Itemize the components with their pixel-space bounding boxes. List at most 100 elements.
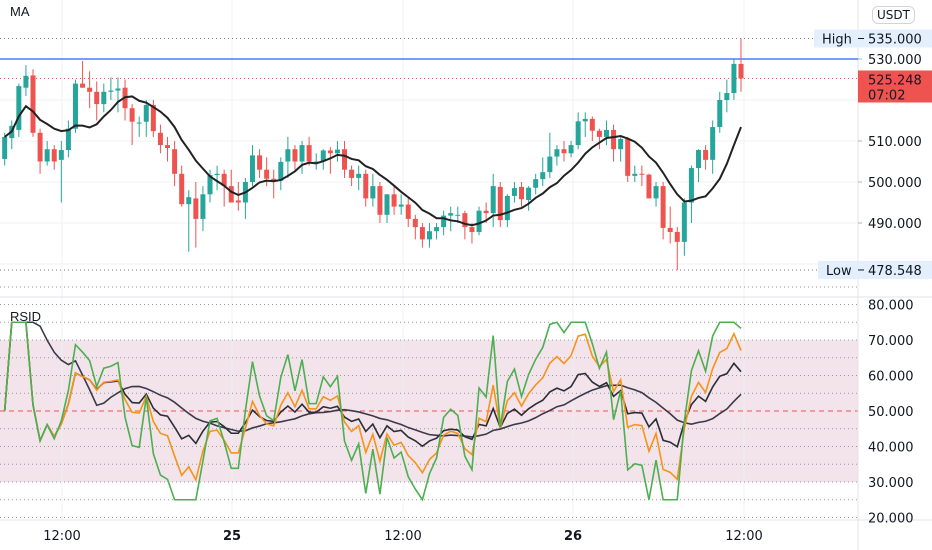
candle-body [710, 127, 716, 160]
candle [37, 128, 43, 174]
candle [370, 173, 376, 207]
candle [271, 169, 277, 199]
candle-body [561, 149, 567, 154]
candle [157, 124, 163, 154]
trading-chart[interactable]: 530.000 510.000 500.000 490.000 80.000 70.000… [0, 0, 932, 550]
candle [717, 91, 723, 133]
candle-body [23, 75, 29, 88]
time-label: 26 [564, 529, 582, 544]
candle-body [681, 202, 687, 242]
candle-body [519, 186, 525, 200]
candle-body [405, 204, 411, 219]
candle [80, 61, 86, 88]
candle-body [384, 194, 390, 215]
candle-body [377, 186, 383, 215]
candle-body [44, 149, 50, 162]
candle-body [214, 173, 220, 176]
candle-body [568, 145, 574, 154]
price-tick-label: 510.000 [868, 135, 922, 150]
price-tick-label: 530.000 [868, 53, 922, 68]
candle [575, 112, 581, 150]
candle-body [51, 149, 57, 162]
candle-body [426, 231, 432, 240]
candle-body [653, 186, 659, 199]
candle-body [660, 186, 666, 228]
candle-body [731, 63, 737, 94]
candle [731, 59, 737, 100]
candle-body [327, 150, 333, 154]
candle [547, 132, 553, 178]
time-label: 12:00 [43, 529, 80, 544]
candle [214, 165, 220, 191]
candle [646, 173, 652, 199]
candle-body [696, 150, 702, 169]
candle-body [625, 138, 631, 176]
candle [115, 77, 121, 113]
candle [738, 38, 744, 92]
candle [172, 141, 178, 187]
candle-body [108, 90, 114, 92]
candle-body [724, 93, 730, 100]
candle-body [129, 108, 135, 122]
currency-selector[interactable]: USDT [872, 6, 915, 24]
candle-body [16, 86, 22, 130]
time-label: 25 [223, 529, 241, 544]
candle [65, 120, 71, 158]
rsi-indicator-label[interactable]: RSID [10, 309, 41, 324]
candle-body [596, 130, 602, 137]
candle [419, 223, 425, 248]
candle [87, 71, 93, 109]
candle [653, 182, 659, 207]
candle [589, 116, 595, 141]
candle [504, 194, 510, 228]
candle [30, 69, 36, 137]
candle-body [200, 194, 206, 219]
candle [349, 165, 355, 187]
rsi-tick-label: 40.000 [868, 441, 914, 456]
candle [710, 120, 716, 174]
candle [554, 145, 560, 166]
candle [342, 141, 348, 178]
candle [561, 141, 567, 162]
candle [16, 83, 22, 137]
candle [526, 186, 532, 211]
candle-body [511, 188, 517, 196]
candle-body [58, 150, 64, 160]
candle [391, 186, 397, 215]
candle-countdown: 07:02 [868, 88, 905, 103]
candle-body [483, 210, 489, 214]
candle-body [193, 198, 199, 219]
candle-body [703, 150, 709, 160]
candle-body [87, 87, 93, 92]
candle [257, 149, 263, 178]
candle [611, 124, 617, 162]
candle-body [632, 173, 638, 176]
ma-indicator-label[interactable]: MA [10, 4, 30, 19]
rsi-tick-label: 70.000 [868, 334, 914, 349]
candle-body [490, 186, 496, 214]
candle [9, 120, 15, 150]
candle-body [455, 214, 461, 216]
candle [356, 165, 362, 191]
candle-body [186, 197, 192, 205]
candle-body [448, 213, 454, 216]
low-label: Low [826, 264, 852, 279]
candle [696, 149, 702, 182]
candle [667, 206, 673, 244]
candle [334, 141, 340, 162]
candle [51, 145, 57, 170]
candle [193, 182, 199, 248]
candle [724, 79, 730, 113]
candle-body [476, 210, 482, 233]
candle-body [398, 204, 404, 207]
rsi-tick-label: 20.000 [868, 512, 914, 527]
candle [434, 223, 440, 240]
candle [441, 210, 447, 236]
candle-body [370, 186, 376, 199]
candle [688, 165, 694, 223]
candle [23, 65, 29, 96]
candle [285, 136, 291, 178]
candle-body [540, 172, 546, 180]
candle [476, 206, 482, 236]
candle [94, 81, 100, 121]
